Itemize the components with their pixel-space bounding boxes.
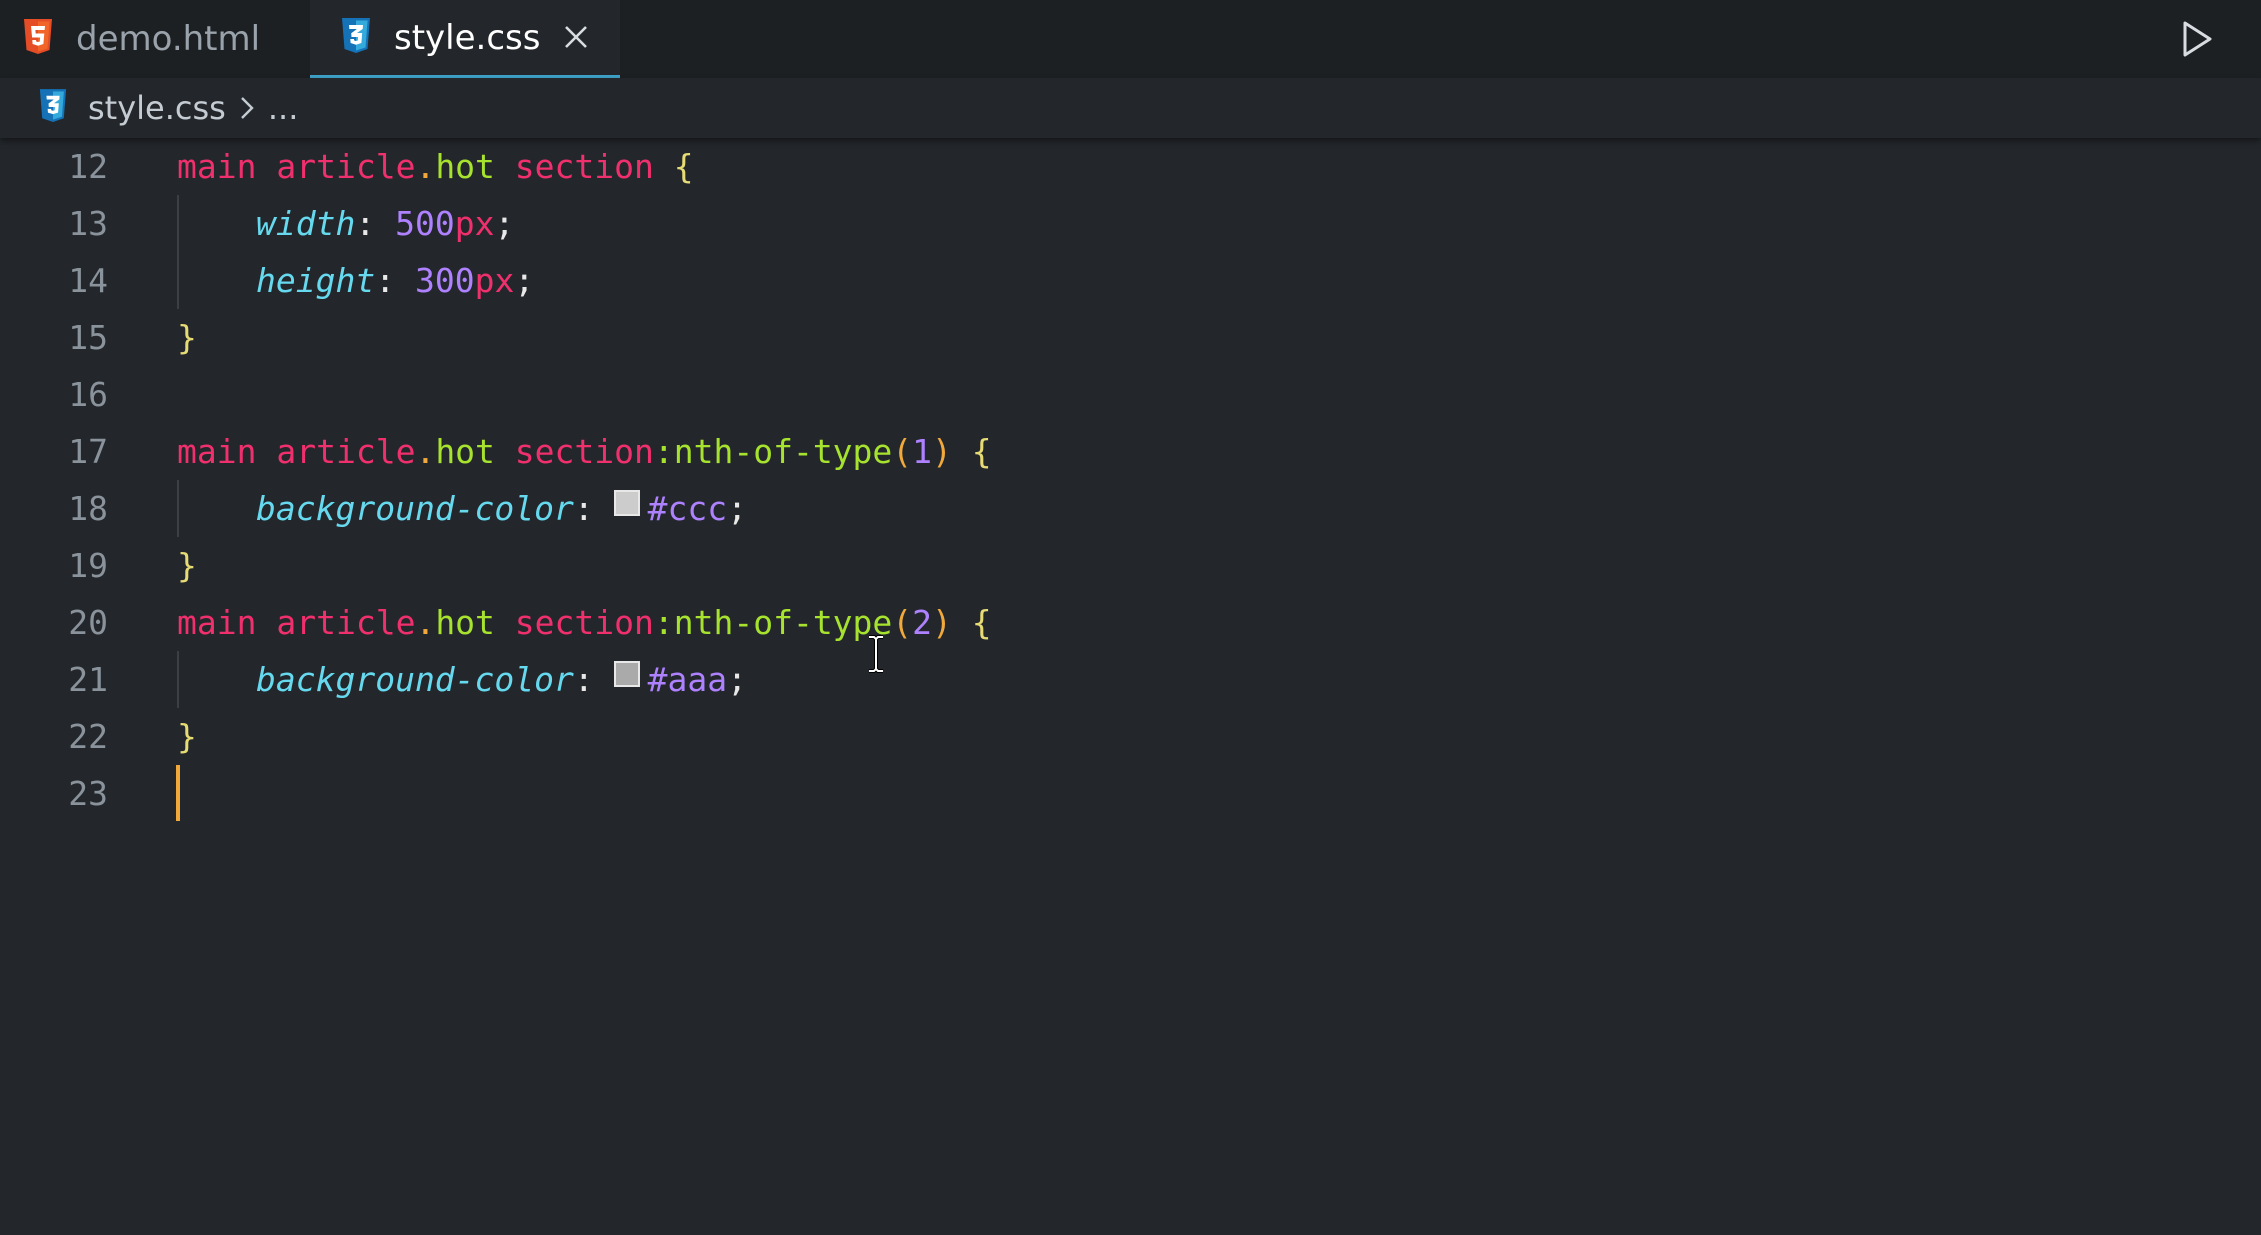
breadcrumb-more[interactable]: ... (268, 89, 299, 127)
line-number: 16 (68, 375, 108, 414)
code-text: } (177, 546, 197, 585)
code-line: 23 (0, 765, 2261, 822)
line-number: 14 (68, 261, 108, 300)
line-number: 15 (68, 318, 108, 357)
tab-demo-html[interactable]: demo.html (0, 0, 310, 78)
line-number: 18 (68, 489, 108, 528)
code-text: } (177, 717, 197, 756)
code-line: 13 width: 500px; (0, 195, 2261, 252)
css3-icon (38, 89, 68, 127)
html5-icon (22, 19, 54, 59)
text-caret (176, 765, 180, 821)
line-number: 19 (68, 546, 108, 585)
indent-guide (177, 195, 179, 252)
line-number: 20 (68, 603, 108, 642)
line-number: 12 (68, 147, 108, 186)
tab-label: style.css (394, 17, 541, 58)
color-swatch[interactable] (613, 490, 640, 516)
code-line: 12 main article.hot section { (0, 138, 2261, 195)
line-number: 13 (68, 204, 108, 243)
code-text: main article.hot section { (177, 147, 694, 186)
line-number: 21 (68, 660, 108, 699)
tab-style-css[interactable]: style.css (310, 0, 620, 78)
code-text: width: 500px; (256, 204, 515, 243)
code-text: background-color: #ccc; (256, 489, 747, 528)
line-number: 17 (68, 432, 108, 471)
indent-guide (177, 252, 179, 309)
breadcrumb-file[interactable]: style.css (88, 89, 226, 127)
css3-icon (340, 17, 372, 58)
code-line: 20 main article.hot section:nth-of-type(… (0, 594, 2261, 651)
breadcrumb: style.css ... (0, 78, 2261, 138)
code-line: 21 background-color: #aaa; (0, 651, 2261, 708)
code-text: background-color: #aaa; (256, 660, 747, 699)
tab-label: demo.html (76, 19, 261, 59)
line-number: 22 (68, 717, 108, 756)
code-editor-window: demo.html style.css style.css ... 12 mai… (0, 0, 2261, 1235)
code-line: 14 height: 300px; (0, 252, 2261, 309)
code-line: 15 } (0, 309, 2261, 366)
color-swatch[interactable] (613, 661, 640, 687)
code-line: 19 } (0, 537, 2261, 594)
code-text: main article.hot section:nth-of-type(1) … (177, 432, 992, 471)
code-line: 16 (0, 366, 2261, 423)
code-text: height: 300px; (256, 261, 535, 300)
indent-guide (177, 651, 179, 708)
close-icon[interactable] (554, 15, 598, 59)
editor-text-area[interactable]: 12 main article.hot section { 13 width: … (0, 138, 2261, 1235)
ibeam-cursor-icon (864, 634, 888, 674)
code-line: 22 } (0, 708, 2261, 765)
code-line: 18 background-color: #ccc; (0, 480, 2261, 537)
code-line: 17 main article.hot section:nth-of-type(… (0, 423, 2261, 480)
indent-guide (177, 480, 179, 537)
code-text: } (177, 318, 197, 357)
run-play-icon[interactable] (2171, 14, 2221, 64)
line-number: 23 (68, 774, 108, 813)
tab-bar: demo.html style.css (0, 0, 2261, 78)
chevron-right-icon (238, 94, 256, 122)
